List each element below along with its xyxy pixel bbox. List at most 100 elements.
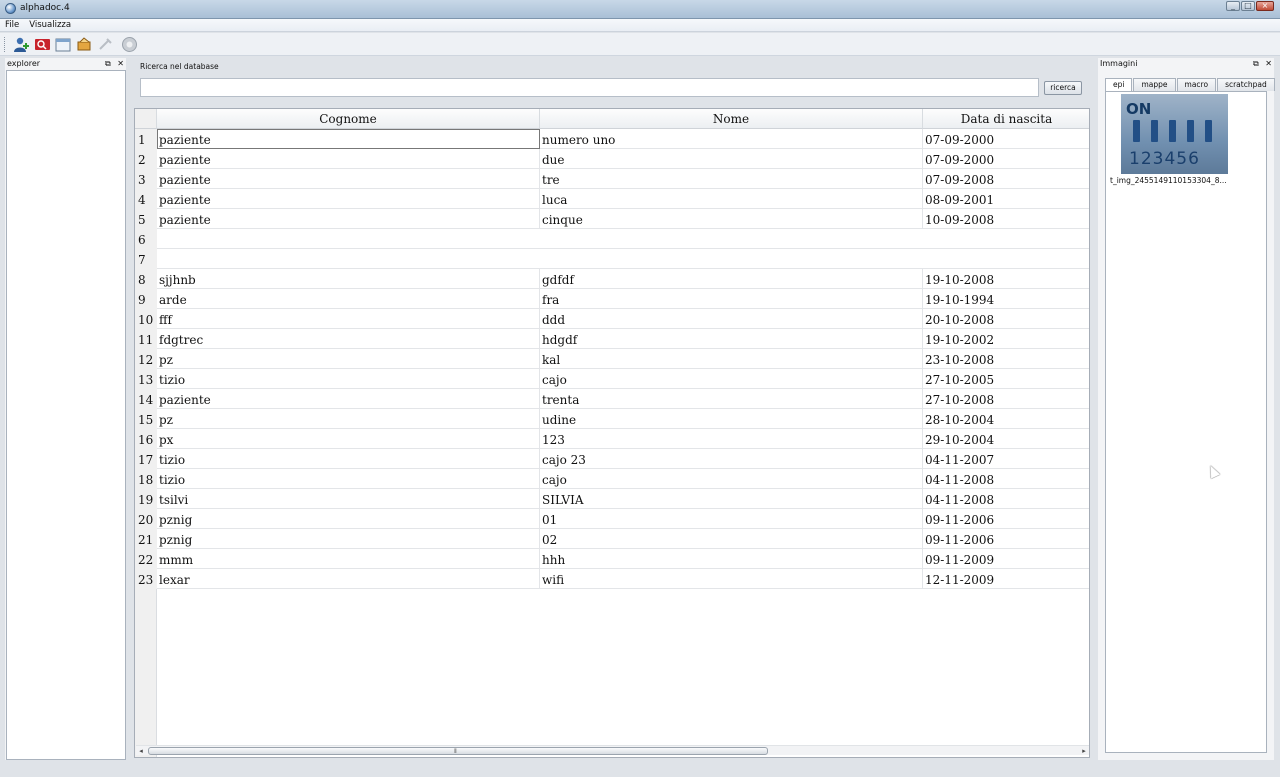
cell-cognome[interactable]: pz bbox=[157, 409, 540, 429]
cell-cognome[interactable]: paziente bbox=[157, 129, 540, 149]
close-icon[interactable]: ✕ bbox=[117, 59, 124, 68]
cell-nome[interactable] bbox=[540, 249, 923, 269]
cell-nome[interactable]: fra bbox=[540, 289, 923, 309]
table-row[interactable]: 11 fdgtrec hdgdf 19-10-2002 bbox=[135, 329, 1089, 349]
cell-nome[interactable]: kal bbox=[540, 349, 923, 369]
cell-nome[interactable]: hdgdf bbox=[540, 329, 923, 349]
edit-icon[interactable] bbox=[76, 36, 93, 53]
scroll-left-arrow[interactable]: ◂ bbox=[136, 746, 146, 756]
cell-nome[interactable]: cinque bbox=[540, 209, 923, 229]
cell-nome[interactable]: due bbox=[540, 149, 923, 169]
cell-cognome[interactable]: pz bbox=[157, 349, 540, 369]
table-row[interactable]: 13 tizio cajo 27-10-2005 bbox=[135, 369, 1089, 389]
cell-cognome[interactable]: sjjhnb bbox=[157, 269, 540, 289]
cell-cognome[interactable]: paziente bbox=[157, 149, 540, 169]
scrollbar-thumb[interactable]: ⦀ bbox=[148, 747, 768, 755]
cell-data-nascita[interactable]: 08-09-2001 bbox=[923, 189, 1089, 209]
cell-cognome[interactable]: tizio bbox=[157, 369, 540, 389]
cell-data-nascita[interactable]: 28-10-2004 bbox=[923, 409, 1089, 429]
cell-cognome[interactable]: px bbox=[157, 429, 540, 449]
cell-cognome[interactable] bbox=[157, 229, 540, 249]
table-row[interactable]: 2 paziente due 07-09-2000 bbox=[135, 149, 1089, 169]
cell-data-nascita[interactable]: 27-10-2008 bbox=[923, 389, 1089, 409]
cell-nome[interactable]: cajo bbox=[540, 469, 923, 489]
cell-nome[interactable]: cajo 23 bbox=[540, 449, 923, 469]
cell-cognome[interactable] bbox=[157, 249, 540, 269]
cell-data-nascita[interactable]: 07-09-2008 bbox=[923, 169, 1089, 189]
table-row[interactable]: 23 lexar wifi 12-11-2009 bbox=[135, 569, 1089, 589]
cell-nome[interactable]: luca bbox=[540, 189, 923, 209]
tab-epi[interactable]: epi bbox=[1105, 78, 1133, 92]
table-row[interactable]: 10 fff ddd 20-10-2008 bbox=[135, 309, 1089, 329]
cell-nome[interactable]: numero uno bbox=[540, 129, 923, 149]
column-header-cognome[interactable]: Cognome bbox=[157, 109, 540, 129]
table-row[interactable]: 22 mmm hhh 09-11-2009 bbox=[135, 549, 1089, 569]
cell-data-nascita[interactable]: 09-11-2006 bbox=[923, 529, 1089, 549]
table-row[interactable]: 18 tizio cajo 04-11-2008 bbox=[135, 469, 1089, 489]
cell-cognome[interactable]: paziente bbox=[157, 209, 540, 229]
cell-data-nascita[interactable] bbox=[923, 229, 1089, 249]
column-header-nome[interactable]: Nome bbox=[540, 109, 923, 129]
table-row[interactable]: 17 tizio cajo 23 04-11-2007 bbox=[135, 449, 1089, 469]
cell-data-nascita[interactable]: 04-11-2008 bbox=[923, 469, 1089, 489]
cell-nome[interactable]: 123 bbox=[540, 429, 923, 449]
scroll-right-arrow[interactable]: ▸ bbox=[1079, 746, 1089, 756]
table-row[interactable]: 15 pz udine 28-10-2004 bbox=[135, 409, 1089, 429]
cell-nome[interactable]: 02 bbox=[540, 529, 923, 549]
column-header-data-nascita[interactable]: Data di nascita bbox=[923, 109, 1089, 129]
table-corner[interactable] bbox=[135, 109, 157, 129]
cell-nome[interactable]: tre bbox=[540, 169, 923, 189]
table-row[interactable]: 9 arde fra 19-10-1994 bbox=[135, 289, 1089, 309]
tab-scratchpad[interactable]: scratchpad bbox=[1217, 78, 1275, 91]
table-row[interactable]: 1 paziente numero uno 07-09-2000 bbox=[135, 129, 1089, 149]
cell-cognome[interactable]: paziente bbox=[157, 169, 540, 189]
cell-data-nascita[interactable]: 09-11-2009 bbox=[923, 549, 1089, 569]
cell-data-nascita[interactable]: 20-10-2008 bbox=[923, 309, 1089, 329]
cell-nome[interactable]: hhh bbox=[540, 549, 923, 569]
cell-cognome[interactable]: lexar bbox=[157, 569, 540, 589]
cell-nome[interactable]: trenta bbox=[540, 389, 923, 409]
close-button[interactable]: × bbox=[1256, 1, 1274, 11]
menu-visualizza[interactable]: Visualizza bbox=[24, 19, 76, 31]
cell-nome[interactable]: SILVIA bbox=[540, 489, 923, 509]
cell-nome[interactable]: wifi bbox=[540, 569, 923, 589]
search-button[interactable]: ricerca bbox=[1044, 81, 1082, 95]
cell-cognome[interactable]: paziente bbox=[157, 389, 540, 409]
table-row[interactable]: 16 px 123 29-10-2004 bbox=[135, 429, 1089, 449]
cell-data-nascita[interactable] bbox=[923, 249, 1089, 269]
cell-data-nascita[interactable]: 07-09-2000 bbox=[923, 149, 1089, 169]
search-input[interactable] bbox=[140, 78, 1039, 97]
table-row[interactable]: 7 bbox=[135, 249, 1089, 269]
cell-cognome[interactable]: tizio bbox=[157, 469, 540, 489]
tab-mappe[interactable]: mappe bbox=[1133, 78, 1176, 91]
cell-nome[interactable]: ddd bbox=[540, 309, 923, 329]
table-row[interactable]: 19 tsilvi SILVIA 04-11-2008 bbox=[135, 489, 1089, 509]
image-thumbnail[interactable]: ON 123456 bbox=[1121, 94, 1228, 174]
minimize-button[interactable]: _ bbox=[1226, 1, 1240, 11]
cell-nome[interactable]: gdfdf bbox=[540, 269, 923, 289]
cell-data-nascita[interactable]: 09-11-2006 bbox=[923, 509, 1089, 529]
cell-nome[interactable]: cajo bbox=[540, 369, 923, 389]
cell-data-nascita[interactable]: 19-10-2008 bbox=[923, 269, 1089, 289]
cell-nome[interactable]: 01 bbox=[540, 509, 923, 529]
cell-data-nascita[interactable]: 04-11-2007 bbox=[923, 449, 1089, 469]
table-row[interactable]: 6 bbox=[135, 229, 1089, 249]
cell-data-nascita[interactable]: 19-10-1994 bbox=[923, 289, 1089, 309]
cell-cognome[interactable]: paziente bbox=[157, 189, 540, 209]
table-row[interactable]: 3 paziente tre 07-09-2008 bbox=[135, 169, 1089, 189]
float-icon[interactable]: ⧉ bbox=[1253, 59, 1259, 68]
add-patient-icon[interactable] bbox=[12, 36, 29, 53]
cell-cognome[interactable]: mmm bbox=[157, 549, 540, 569]
table-row[interactable]: 8 sjjhnb gdfdf 19-10-2008 bbox=[135, 269, 1089, 289]
cell-data-nascita[interactable]: 19-10-2002 bbox=[923, 329, 1089, 349]
toolbar-grip[interactable] bbox=[4, 37, 7, 52]
cell-cognome[interactable]: fdgtrec bbox=[157, 329, 540, 349]
cell-data-nascita[interactable]: 27-10-2005 bbox=[923, 369, 1089, 389]
cell-nome[interactable]: udine bbox=[540, 409, 923, 429]
cell-data-nascita[interactable]: 04-11-2008 bbox=[923, 489, 1089, 509]
cell-cognome[interactable]: fff bbox=[157, 309, 540, 329]
table-row[interactable]: 5 paziente cinque 10-09-2008 bbox=[135, 209, 1089, 229]
table-row[interactable]: 4 paziente luca 08-09-2001 bbox=[135, 189, 1089, 209]
cell-data-nascita[interactable]: 07-09-2000 bbox=[923, 129, 1089, 149]
menu-file[interactable]: File bbox=[0, 19, 24, 31]
